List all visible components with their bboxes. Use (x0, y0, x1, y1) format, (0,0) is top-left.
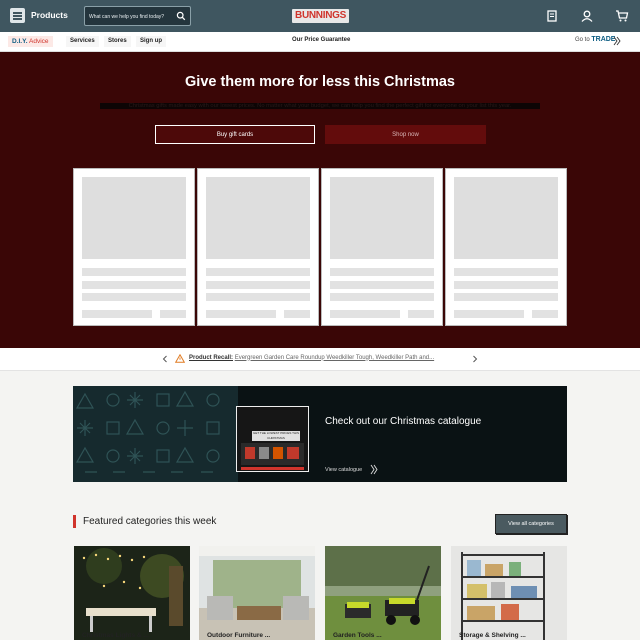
placeholder-line (330, 281, 434, 289)
hero-title: Give them more for less this Christmas (185, 74, 455, 90)
hero-subtitle: Christmas gifts made easy with our lowes… (100, 103, 540, 109)
placeholder-line (82, 293, 186, 301)
view-all-categories-button[interactable]: View all categories (495, 514, 567, 534)
placeholder-line (454, 310, 524, 318)
chevron-left-icon[interactable] (161, 353, 169, 365)
christmas-catalogue-banner[interactable] (73, 386, 567, 482)
loading-product-card[interactable] (73, 168, 195, 326)
search-box[interactable] (84, 6, 191, 26)
catalogue-cover-text: GET THE LOWEST PRICES THIS CHRISTMAS (252, 431, 300, 441)
shop-now-button[interactable]: Shop now (325, 125, 486, 144)
placeholder-line (454, 268, 558, 276)
placeholder-image (454, 177, 558, 259)
double-chevron-right-icon (370, 464, 378, 475)
price-guarantee-link[interactable]: Our Price Guarantee (292, 37, 350, 43)
placeholder-line (330, 310, 400, 318)
top-header: Products BUNNINGS (0, 0, 640, 32)
outdoor-furniture-image (199, 546, 315, 640)
nav-signup[interactable]: Sign up (136, 36, 166, 47)
featured-categories-title: Featured categories this week (83, 516, 217, 527)
section-accent-bar (73, 515, 76, 528)
double-chevron-right-icon (613, 36, 621, 46)
category-label: Storage & Shelving ... (459, 632, 526, 639)
category-label: Outdoor Furniture ... (207, 632, 271, 639)
search-input[interactable] (89, 11, 173, 22)
chevron-right-icon[interactable] (471, 353, 479, 365)
placeholder-line (206, 310, 276, 318)
account-icon[interactable] (580, 9, 594, 23)
garden-tools-image (325, 546, 441, 640)
placeholder-line (160, 310, 186, 318)
nav-services[interactable]: Services (66, 36, 99, 47)
christmas-pattern-graphic (73, 386, 238, 482)
trade-label: TRADE (591, 36, 616, 43)
advice-label: Advice (29, 38, 49, 45)
placeholder-line (532, 310, 558, 318)
category-tile[interactable]: Garden Tools ... (325, 546, 441, 640)
buy-gift-cards-button[interactable]: Buy gift cards (155, 125, 315, 144)
recall-label: Product Recall: (189, 354, 234, 361)
category-label: Garden Tools ... (333, 632, 382, 639)
cart-icon[interactable] (615, 9, 629, 23)
placeholder-image (82, 177, 186, 259)
loading-product-card[interactable] (321, 168, 443, 326)
category-tile[interactable]: Storage & Shelving ... (451, 546, 567, 640)
placeholder-line (206, 268, 310, 276)
logo-text: BUNNINGS (295, 10, 346, 21)
placeholder-line (206, 293, 310, 301)
nav-stores[interactable]: Stores (104, 36, 131, 47)
search-icon[interactable] (176, 11, 186, 21)
placeholder-line (330, 293, 434, 301)
view-catalogue-link[interactable]: View catalogue (325, 467, 362, 473)
loading-product-card[interactable] (197, 168, 319, 326)
diy-advice-link[interactable]: D.I.Y. Advice (8, 36, 53, 47)
warning-icon (175, 354, 185, 363)
placeholder-line (206, 281, 310, 289)
bunnings-logo[interactable]: BUNNINGS (292, 9, 349, 23)
diy-label: D.I.Y. (12, 38, 28, 45)
loading-product-card[interactable] (445, 168, 567, 326)
catalogue-title: Check out our Christmas catalogue (325, 416, 482, 427)
trade-prefix: Go to (575, 37, 590, 43)
products-menu-label[interactable]: Products (31, 10, 68, 20)
category-tile[interactable]: Outdoor Furniture ... (199, 546, 315, 640)
menu-icon[interactable] (10, 8, 25, 23)
placeholder-line (82, 310, 152, 318)
christmas-lights-image (74, 546, 190, 640)
placeholder-line (82, 268, 186, 276)
category-tile[interactable]: Christmas Lights & ... (74, 546, 190, 640)
placeholder-image (330, 177, 434, 259)
category-label: Christmas Lights & ... (82, 632, 149, 639)
placeholder-line (454, 293, 558, 301)
clipboard-icon[interactable] (545, 9, 559, 23)
placeholder-line (408, 310, 434, 318)
placeholder-line (454, 281, 558, 289)
storage-shelving-image (451, 546, 567, 640)
go-to-trade-link[interactable]: Go to TRADE (575, 36, 615, 43)
recall-message[interactable]: Product Recall: Evergreen Garden Care Ro… (189, 355, 434, 361)
placeholder-line (284, 310, 310, 318)
placeholder-image (206, 177, 310, 259)
placeholder-line (82, 281, 186, 289)
placeholder-line (330, 268, 434, 276)
recall-text: Evergreen Garden Care Roundup Weedkiller… (234, 354, 435, 361)
product-recall-bar: Product Recall: Evergreen Garden Care Ro… (0, 348, 640, 371)
